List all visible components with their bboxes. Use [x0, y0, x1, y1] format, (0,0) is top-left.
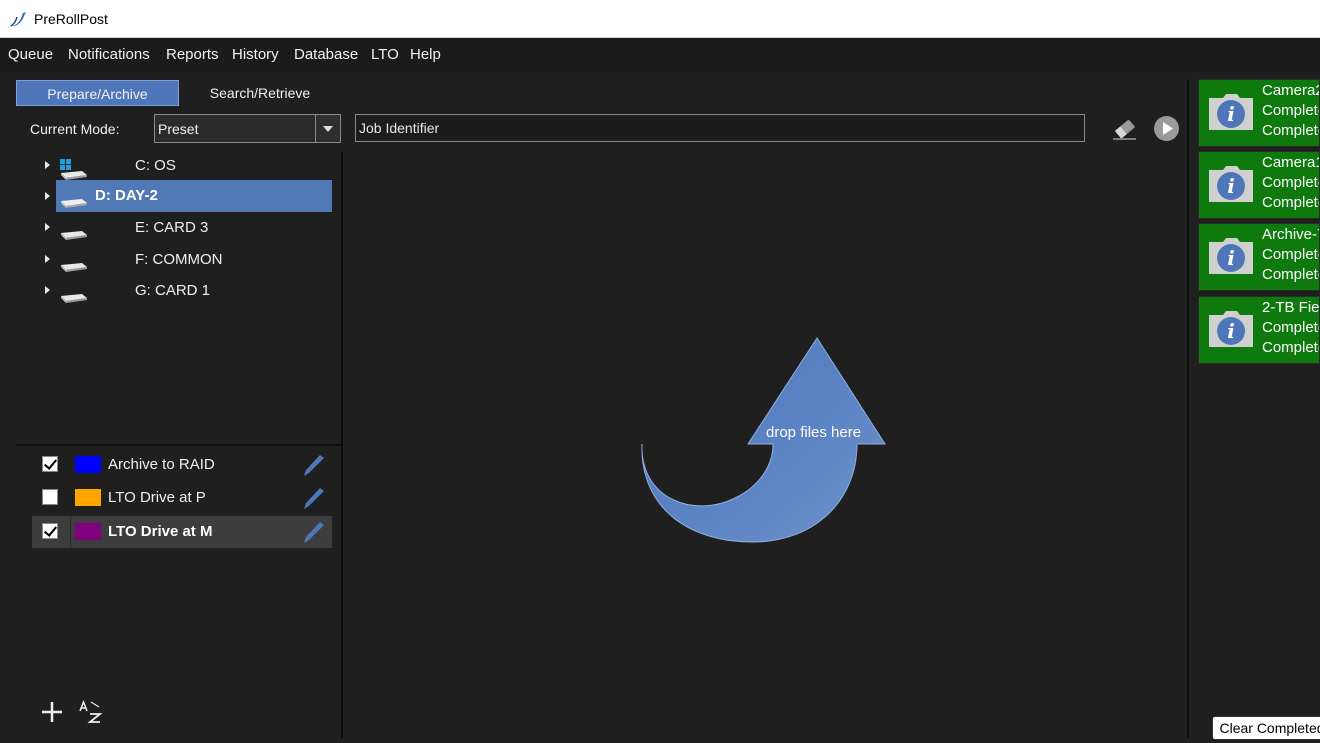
menu-bar: Queue Notifications Reports History Data…	[0, 38, 1320, 72]
tree-item-e-drive[interactable]: E: CARD 3	[40, 212, 332, 244]
preset-label: Archive to RAID	[108, 456, 215, 473]
mode-select-value: Preset	[158, 121, 199, 137]
svg-text:i: i	[1227, 246, 1235, 270]
tree-item-c-drive[interactable]: C: OS	[40, 150, 332, 182]
title-bar: PreRollPost	[0, 0, 1320, 38]
row-divider	[70, 516, 71, 548]
queue-item-status: Complete	[1262, 246, 1320, 263]
tree-item-label: F: COMMON	[135, 251, 223, 268]
tree-item-label: C: OS	[135, 157, 176, 174]
menu-lto[interactable]: LTO	[371, 46, 399, 63]
queue-item[interactable]: i Camera1 Complete Complete	[1198, 151, 1320, 219]
queue-item-name: Archive-7	[1262, 226, 1320, 243]
queue-item[interactable]: i Archive-7 Complete Complete	[1198, 223, 1320, 291]
pencil-icon[interactable]	[300, 485, 326, 511]
tree-item-d-drive[interactable]: D: DAY-2	[56, 180, 332, 212]
tree-item-label: D: DAY-2	[95, 187, 158, 204]
queue-item-status: Complete	[1262, 266, 1320, 283]
svg-text:i: i	[1227, 174, 1235, 198]
queue-item-status: Complete	[1262, 102, 1320, 119]
mode-select[interactable]: Preset	[154, 114, 341, 143]
queue-item-status: Complete	[1262, 194, 1320, 211]
drive-icon	[61, 294, 87, 303]
expand-arrow-icon[interactable]	[45, 192, 50, 200]
expand-arrow-icon[interactable]	[45, 161, 50, 169]
queue-item[interactable]: i Camera2 Complete Complete	[1198, 79, 1320, 147]
preset-checkbox[interactable]	[42, 456, 58, 472]
info-camera-icon: i	[1209, 238, 1253, 274]
preset-checkbox[interactable]	[42, 523, 58, 539]
menu-help[interactable]: Help	[410, 46, 441, 63]
panel-separator[interactable]	[16, 444, 341, 446]
queue-item-name: Camera1	[1262, 154, 1320, 171]
preset-item-archive-raid[interactable]: Archive to RAID	[32, 449, 332, 481]
tab-prepare-archive[interactable]: Prepare/Archive	[16, 80, 179, 106]
info-camera-icon: i	[1209, 311, 1253, 347]
preset-item-lto-m[interactable]: LTO Drive at M	[32, 516, 332, 548]
drive-icon	[61, 231, 87, 240]
drop-files-label: drop files here	[766, 424, 862, 441]
add-icon[interactable]	[40, 700, 64, 724]
queue-item-name: 2-TB Field	[1262, 299, 1320, 316]
expand-arrow-icon[interactable]	[45, 255, 50, 263]
tree-item-f-drive[interactable]: F: COMMON	[40, 244, 332, 276]
svg-text:i: i	[1227, 319, 1235, 343]
chevron-down-icon[interactable]	[315, 115, 340, 142]
preset-label: LTO Drive at P	[108, 489, 206, 506]
drive-icon	[61, 263, 87, 272]
current-mode-label: Current Mode:	[30, 121, 120, 137]
expand-arrow-icon[interactable]	[45, 223, 50, 231]
expand-arrow-icon[interactable]	[45, 286, 50, 294]
queue-item-status: Complete	[1262, 319, 1320, 336]
play-icon[interactable]	[1153, 115, 1180, 142]
queue-item-status: Complete	[1262, 174, 1320, 191]
clear-completed-button[interactable]: Clear Completed	[1212, 716, 1320, 740]
svg-text:i: i	[1227, 102, 1235, 126]
queue-item[interactable]: i 2-TB Field Complete Complete	[1198, 296, 1320, 364]
preset-item-lto-p[interactable]: LTO Drive at P	[32, 482, 332, 514]
sort-alpha-icon[interactable]	[78, 700, 104, 724]
tree-expander-d[interactable]	[40, 181, 56, 213]
menu-database[interactable]: Database	[294, 46, 358, 63]
menu-history[interactable]: History	[232, 46, 279, 63]
preset-checkbox[interactable]	[42, 489, 58, 505]
queue-item-name: Camera2	[1262, 82, 1320, 99]
preset-label: LTO Drive at M	[108, 523, 213, 540]
info-camera-icon: i	[1209, 166, 1253, 202]
window-title: PreRollPost	[34, 11, 108, 27]
menu-notifications[interactable]: Notifications	[68, 46, 150, 63]
preset-color-swatch	[75, 456, 101, 473]
preset-color-swatch	[75, 489, 101, 506]
job-identifier-input[interactable]	[355, 114, 1085, 142]
app-logo-icon	[10, 12, 26, 27]
tree-item-label: E: CARD 3	[135, 219, 209, 236]
os-drive-icon	[60, 159, 87, 180]
tree-item-label: G: CARD 1	[135, 282, 211, 299]
tree-item-g-drive[interactable]: G: CARD 1	[40, 275, 332, 307]
eraser-icon[interactable]	[1110, 116, 1140, 142]
preset-color-swatch	[75, 523, 101, 540]
right-panel-divider	[1187, 80, 1189, 738]
menu-reports[interactable]: Reports	[166, 46, 219, 63]
tab-search-retrieve[interactable]: Search/Retrieve	[190, 80, 330, 106]
queue-item-status: Complete	[1262, 122, 1320, 139]
queue-item-status: Complete	[1262, 339, 1320, 356]
pencil-icon[interactable]	[300, 519, 326, 545]
info-camera-icon: i	[1209, 94, 1253, 130]
drive-icon	[61, 199, 87, 208]
pencil-icon[interactable]	[300, 452, 326, 478]
menu-queue[interactable]: Queue	[8, 46, 53, 63]
